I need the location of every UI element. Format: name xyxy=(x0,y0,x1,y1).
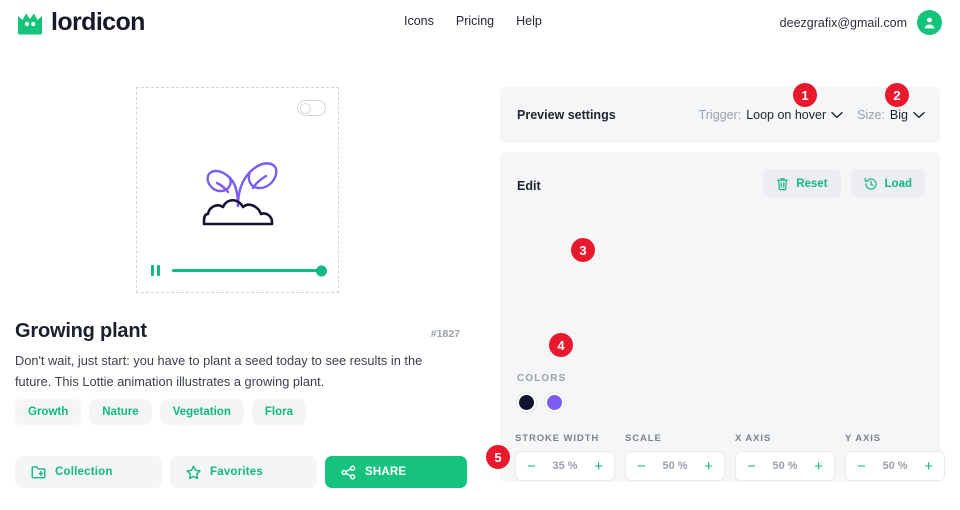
share-button[interactable]: SHARE xyxy=(325,456,467,488)
edit-panel: Edit Reset xyxy=(500,152,940,482)
tag-growth[interactable]: Growth xyxy=(15,399,81,425)
preview-toggle[interactable] xyxy=(297,100,326,116)
color-swatch-secondary[interactable] xyxy=(545,393,564,412)
annotation-badge-1: 1 xyxy=(793,83,817,107)
page-title: Growing plant xyxy=(15,320,147,343)
plus-icon[interactable]: + xyxy=(814,459,823,474)
icon-action-row: Collection Favorites SHARE xyxy=(15,456,467,488)
annotation-badge-3: 3 xyxy=(571,238,595,262)
scale-control[interactable]: − 50 % + xyxy=(625,451,725,481)
stepper-x-axis: X AXIS − 50 % + xyxy=(735,433,835,481)
edit-panel-buttons: Reset Load xyxy=(763,169,925,198)
scale-value: 50 % xyxy=(662,460,687,472)
trigger-value: Loop on hover xyxy=(746,108,826,122)
account-email: deezgrafix@gmail.com xyxy=(780,16,907,30)
icon-preview-box[interactable] xyxy=(136,87,339,293)
stepper-scale: SCALE − 50 % + xyxy=(625,433,725,481)
chevron-down-icon xyxy=(831,111,843,119)
annotation-badge-5: 5 xyxy=(486,445,510,469)
plus-icon[interactable]: + xyxy=(594,459,603,474)
nav-item-help[interactable]: Help xyxy=(516,14,542,28)
account-area[interactable]: deezgrafix@gmail.com xyxy=(780,10,942,35)
stroke-width-control[interactable]: − 35 % + xyxy=(515,451,615,481)
x-axis-value: 50 % xyxy=(772,460,797,472)
y-axis-value: 50 % xyxy=(882,460,907,472)
plus-icon[interactable]: + xyxy=(704,459,713,474)
animation-player-controls xyxy=(151,265,326,276)
history-icon xyxy=(864,177,878,191)
preview-settings-panel: Preview settings Trigger: Loop on hover … xyxy=(500,87,940,143)
icon-description: Don't wait, just start: you have to plan… xyxy=(15,350,447,392)
chevron-down-icon xyxy=(913,111,925,119)
size-dropdown[interactable]: Size: Big xyxy=(857,108,925,122)
folder-plus-icon xyxy=(31,465,46,479)
trash-icon xyxy=(776,177,789,191)
edit-panel-title: Edit xyxy=(517,179,541,193)
load-button[interactable]: Load xyxy=(851,169,925,198)
collection-label: Collection xyxy=(55,466,113,478)
minus-icon[interactable]: − xyxy=(747,459,756,474)
trigger-dropdown[interactable]: Trigger: Loop on hover xyxy=(699,108,844,122)
main-nav: Icons Pricing Help xyxy=(404,14,542,28)
preview-settings-controls: Trigger: Loop on hover Size: Big xyxy=(699,108,925,122)
site-header: lordicon Icons Pricing Help deezgrafix@g… xyxy=(0,0,960,46)
size-value: Big xyxy=(890,108,908,122)
stepper-y-axis: Y AXIS − 50 % + xyxy=(845,433,945,481)
reset-button[interactable]: Reset xyxy=(763,169,840,198)
avatar[interactable] xyxy=(917,10,942,35)
star-icon xyxy=(186,465,201,480)
nav-item-icons[interactable]: Icons xyxy=(404,14,434,28)
minus-icon[interactable]: − xyxy=(637,459,646,474)
brand-logo[interactable]: lordicon xyxy=(17,8,145,37)
icon-title-row: Growing plant #1827 xyxy=(15,320,460,343)
trigger-label: Trigger: xyxy=(699,108,742,122)
minus-icon[interactable]: − xyxy=(527,459,536,474)
load-label: Load xyxy=(885,178,912,190)
color-swatches xyxy=(517,393,564,412)
tag-list: Growth Nature Vegetation Flora xyxy=(15,399,306,425)
share-label: SHARE xyxy=(365,466,406,478)
icon-id: #1827 xyxy=(431,328,460,340)
progress-thumb[interactable] xyxy=(316,265,327,276)
collection-button[interactable]: Collection xyxy=(15,456,162,488)
tag-flora[interactable]: Flora xyxy=(252,399,306,425)
plus-icon[interactable]: + xyxy=(924,459,933,474)
colors-label: COLORS xyxy=(517,373,566,384)
favorites-button[interactable]: Favorites xyxy=(170,456,317,488)
progress-slider[interactable] xyxy=(172,269,326,272)
lordicon-page: lordicon Icons Pricing Help deezgrafix@g… xyxy=(0,0,960,510)
size-label: Size: xyxy=(857,108,885,122)
y-axis-control[interactable]: − 50 % + xyxy=(845,451,945,481)
preview-settings-title: Preview settings xyxy=(517,108,616,122)
stepper-stroke-width: STROKE WIDTH − 35 % + xyxy=(515,433,615,481)
growing-plant-icon xyxy=(186,136,290,232)
stroke-width-label: STROKE WIDTH xyxy=(515,433,615,444)
tag-nature[interactable]: Nature xyxy=(89,399,151,425)
annotation-badge-4: 4 xyxy=(549,333,573,357)
pause-button[interactable] xyxy=(151,265,160,276)
share-icon xyxy=(341,465,356,480)
reset-label: Reset xyxy=(796,178,827,190)
scale-label: SCALE xyxy=(625,433,725,444)
x-axis-label: X AXIS xyxy=(735,433,835,444)
stepper-row: STROKE WIDTH − 35 % + SCALE − 50 % + X A… xyxy=(515,433,945,481)
y-axis-label: Y AXIS xyxy=(845,433,945,444)
x-axis-control[interactable]: − 50 % + xyxy=(735,451,835,481)
nav-item-pricing[interactable]: Pricing xyxy=(456,14,494,28)
toggle-knob xyxy=(300,103,311,114)
crown-icon xyxy=(17,10,43,35)
favorites-label: Favorites xyxy=(210,466,263,478)
stroke-width-value: 35 % xyxy=(552,460,577,472)
annotation-badge-2: 2 xyxy=(885,83,909,107)
brand-name: lordicon xyxy=(51,8,145,37)
minus-icon[interactable]: − xyxy=(857,459,866,474)
color-swatch-primary[interactable] xyxy=(517,393,536,412)
tag-vegetation[interactable]: Vegetation xyxy=(160,399,244,425)
